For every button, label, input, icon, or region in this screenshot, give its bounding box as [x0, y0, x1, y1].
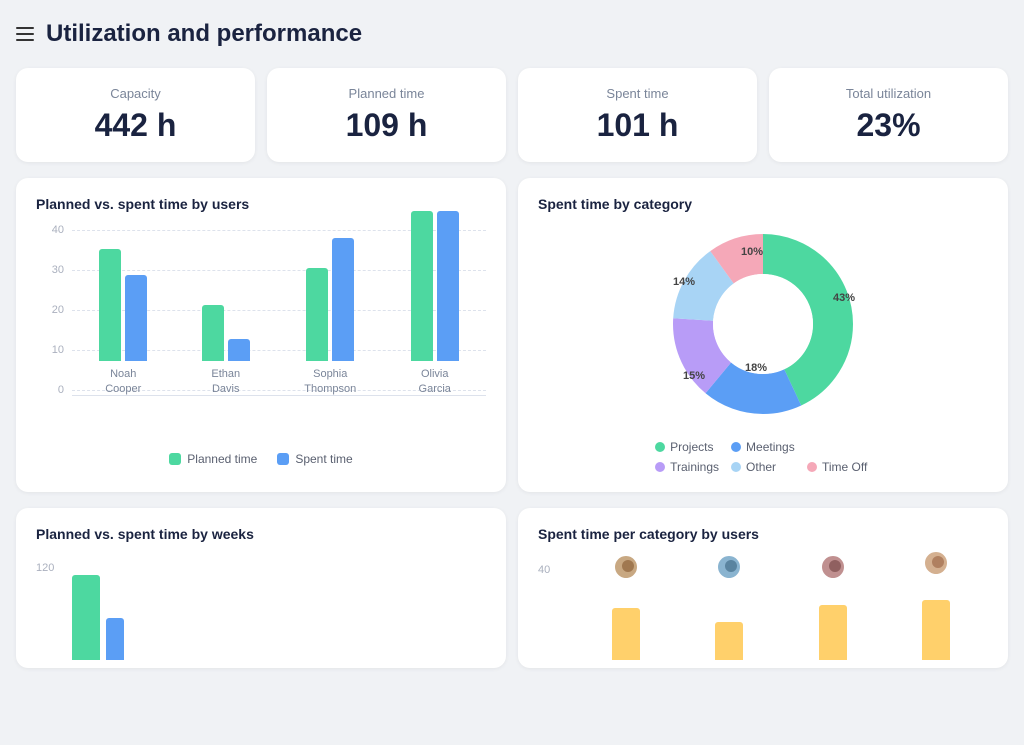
- bar-chart-card: Planned vs. spent time by users 40 30 20…: [16, 178, 506, 492]
- user-category-card: Spent time per category by users 40: [518, 508, 1008, 668]
- metric-value-2: 101 h: [538, 107, 737, 144]
- metric-label-1: Planned time: [287, 86, 486, 101]
- legend-trainings: Trainings: [670, 460, 719, 474]
- charts-row: Planned vs. spent time by users 40 30 20…: [16, 178, 1008, 492]
- pct-meetings: 18%: [745, 362, 767, 374]
- metric-label-3: Total utilization: [789, 86, 988, 101]
- hamburger-icon[interactable]: [16, 27, 34, 41]
- pct-timeoff: 10%: [741, 246, 763, 258]
- donut-chart-title: Spent time by category: [538, 196, 988, 212]
- bar-chart-title: Planned vs. spent time by users: [36, 196, 486, 212]
- legend-projects: Projects: [670, 440, 713, 454]
- bottom-row: Planned vs. spent time by weeks 120 Spen…: [16, 508, 1008, 668]
- pct-projects: 43%: [833, 292, 855, 304]
- pct-other: 14%: [673, 276, 695, 288]
- bar-group-ethan: EthanDavis: [202, 305, 250, 396]
- bar-chart-area: 40 30 20 10 0 NoahCooper: [36, 224, 486, 444]
- bar-group-sophia: SophiaThompson: [304, 238, 356, 396]
- legend-spent: Spent time: [295, 452, 352, 466]
- donut-svg: 43% 18% 15% 14% 10%: [663, 224, 863, 424]
- bar-legend: Planned time Spent time: [36, 452, 486, 466]
- donut-chart-card: Spent time by category: [518, 178, 1008, 492]
- bar-groups: NoahCooper EthanDavis: [72, 224, 486, 396]
- bar-label-ethan: EthanDavis: [211, 367, 240, 396]
- donut-legend: Projects Meetings Trainings Other Time O…: [655, 440, 871, 474]
- user-y-label: 40: [538, 564, 550, 576]
- pct-trainings: 15%: [683, 370, 705, 382]
- donut-wrapper: 43% 18% 15% 14% 10% Projects Meetings Tr…: [538, 224, 988, 474]
- avatar-2: [716, 554, 742, 580]
- user-bar-3: [819, 605, 847, 660]
- legend-meetings: Meetings: [746, 440, 795, 454]
- legend-timeoff: Time Off: [822, 460, 867, 474]
- page-title: Utilization and performance: [46, 20, 362, 48]
- metric-card-0: Capacity 442 h: [16, 68, 255, 162]
- user-bar-2: [715, 622, 743, 660]
- weekly-chart-card: Planned vs. spent time by weeks 120: [16, 508, 506, 668]
- bar-label-sophia: SophiaThompson: [304, 367, 356, 396]
- weekly-chart-title: Planned vs. spent time by weeks: [36, 526, 486, 542]
- metrics-row: Capacity 442 h Planned time 109 h Spent …: [16, 68, 1008, 162]
- legend-planned: Planned time: [187, 452, 257, 466]
- metric-value-3: 23%: [789, 107, 988, 144]
- donut-labels: 43% 18% 15% 14% 10%: [663, 224, 863, 424]
- metric-label-2: Spent time: [538, 86, 737, 101]
- avatar-3: [820, 554, 846, 580]
- avatar-1: [613, 554, 639, 580]
- bar-label-noah: NoahCooper: [105, 367, 141, 396]
- weekly-bar-green-1: [72, 575, 100, 660]
- page: Utilization and performance Capacity 442…: [16, 16, 1008, 668]
- user-bar-4: [922, 600, 950, 660]
- bar-group-olivia: OliviaGarcia: [411, 211, 459, 396]
- metric-card-3: Total utilization 23%: [769, 68, 1008, 162]
- metric-label-0: Capacity: [36, 86, 235, 101]
- user-bar-1: [612, 608, 640, 660]
- bar-label-olivia: OliviaGarcia: [419, 367, 451, 396]
- bar-group-noah: NoahCooper: [99, 249, 147, 396]
- weekly-bar-blue-1: [106, 618, 124, 660]
- metric-card-2: Spent time 101 h: [518, 68, 757, 162]
- metric-card-1: Planned time 109 h: [267, 68, 506, 162]
- user-category-title: Spent time per category by users: [538, 526, 988, 542]
- weekly-y-label: 120: [36, 562, 54, 574]
- legend-other: Other: [746, 460, 776, 474]
- avatar-4: [923, 550, 949, 576]
- metric-value-0: 442 h: [36, 107, 235, 144]
- header: Utilization and performance: [16, 16, 1008, 52]
- metric-value-1: 109 h: [287, 107, 486, 144]
